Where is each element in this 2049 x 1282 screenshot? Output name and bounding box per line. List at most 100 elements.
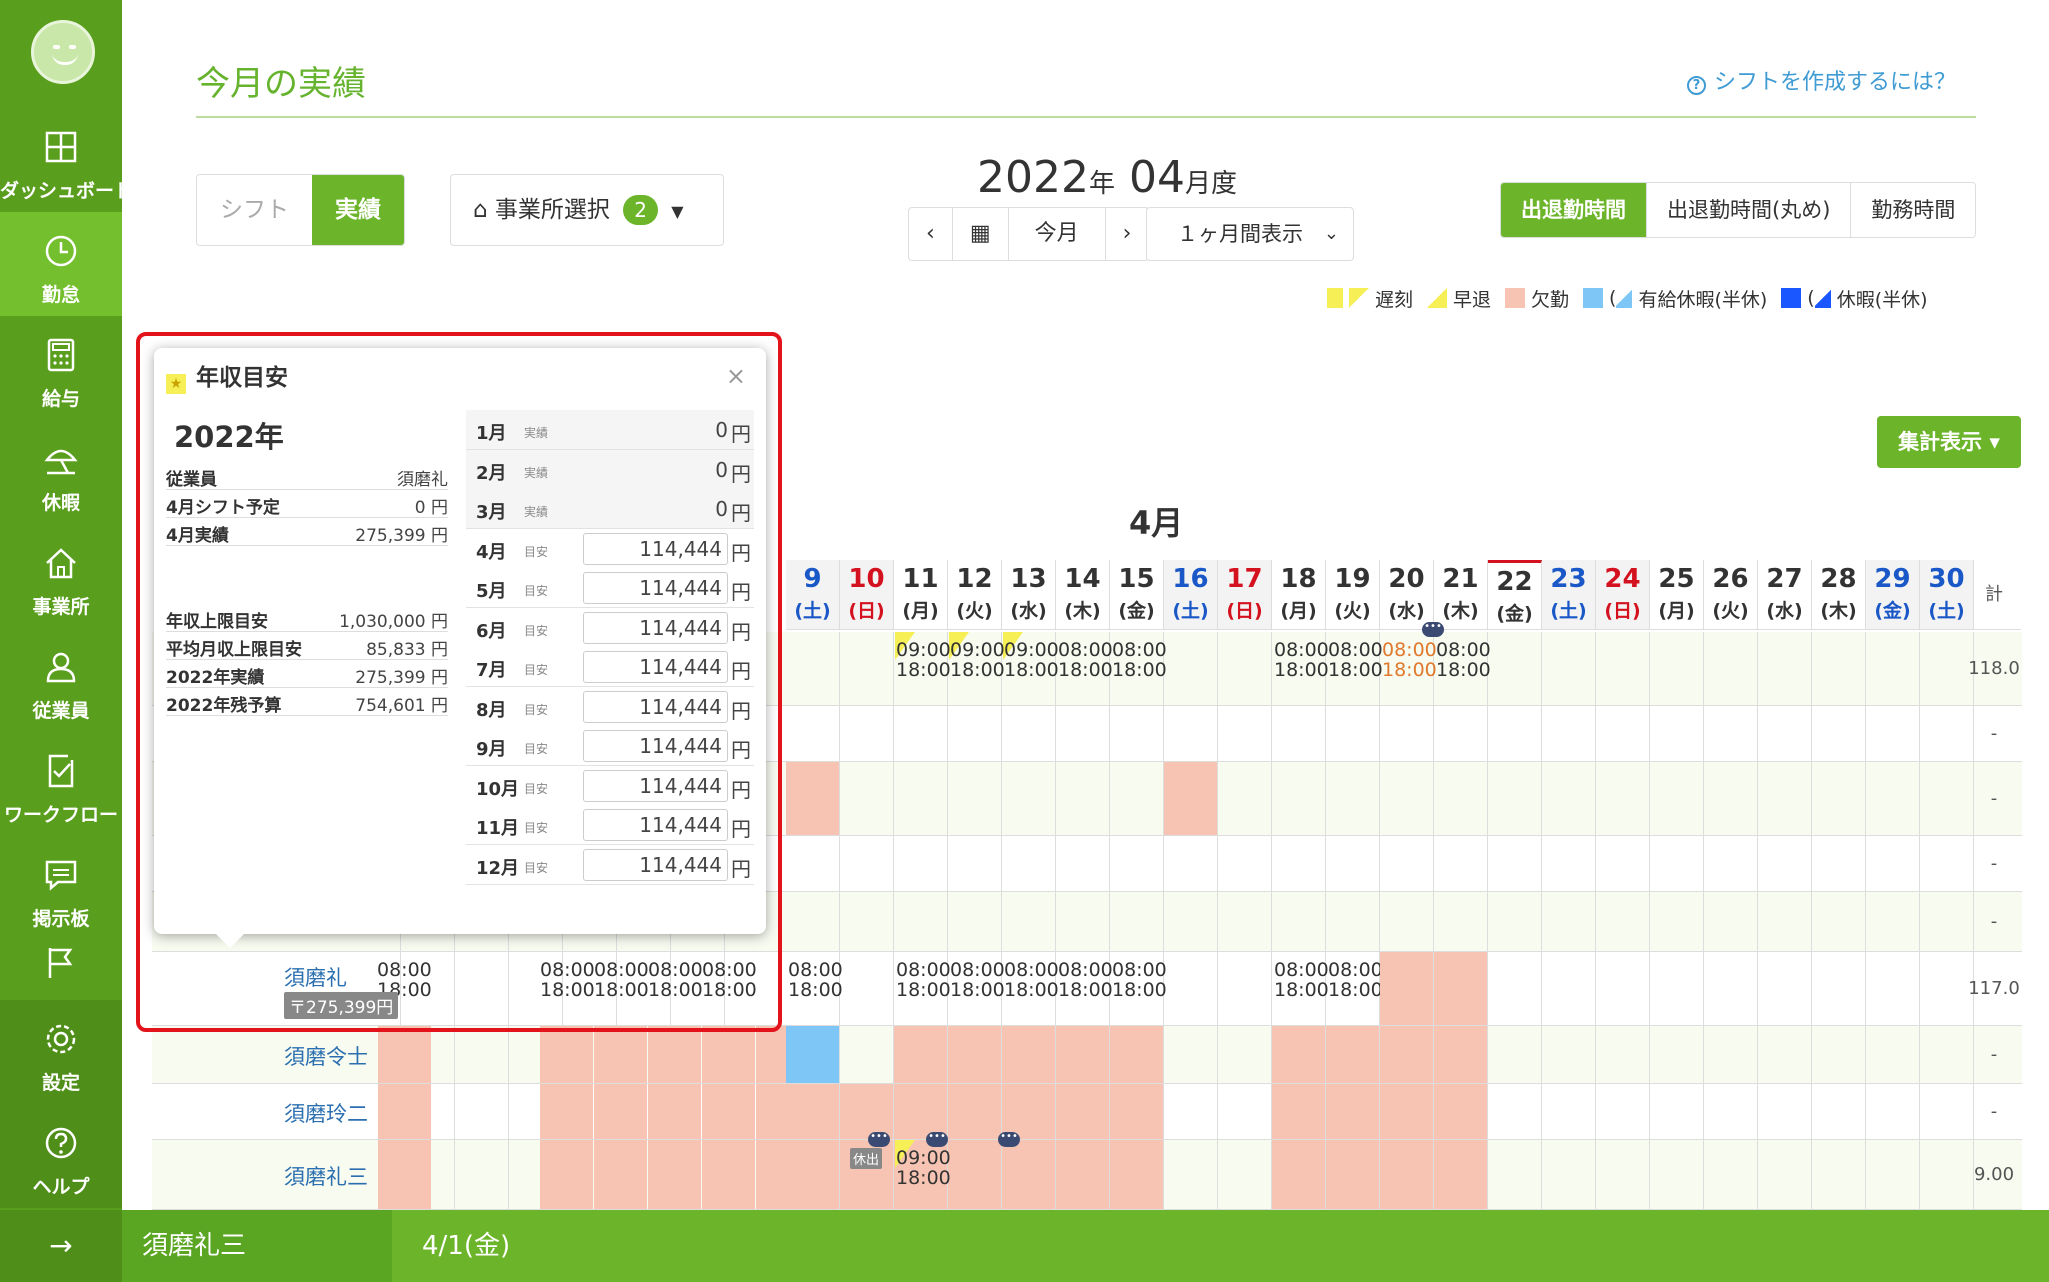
- sidebar-item-leave[interactable]: 休暇: [0, 420, 122, 524]
- day-cell[interactable]: [1542, 1140, 1596, 1210]
- day-cell[interactable]: [1488, 892, 1542, 952]
- day-cell[interactable]: [1542, 632, 1596, 706]
- absence-block[interactable]: [1434, 1140, 1487, 1209]
- day-cell[interactable]: [786, 836, 840, 892]
- day-cell[interactable]: [1164, 632, 1218, 706]
- day-cell[interactable]: [948, 706, 1002, 762]
- day-cell[interactable]: [1920, 892, 1974, 952]
- day-cell[interactable]: [1164, 836, 1218, 892]
- monthly-estimate-input[interactable]: 114,444: [583, 690, 728, 723]
- day-cell[interactable]: [948, 762, 1002, 836]
- tab-shift[interactable]: シフト: [197, 175, 312, 245]
- office-select-button[interactable]: ⌂ 事業所選択 2 ▼: [450, 174, 724, 246]
- day-cell[interactable]: [1542, 836, 1596, 892]
- absence-block[interactable]: [702, 1084, 755, 1139]
- day-cell[interactable]: [1596, 762, 1650, 836]
- day-cell[interactable]: [1650, 952, 1704, 1026]
- attendance-time[interactable]: 09:00 18:00: [1004, 640, 1059, 680]
- day-cell[interactable]: [840, 762, 894, 836]
- day-cell[interactable]: [1704, 1140, 1758, 1210]
- absence-block[interactable]: [1056, 1026, 1109, 1083]
- absence-block[interactable]: [540, 1084, 593, 1139]
- attendance-time[interactable]: 08:00 18:00: [950, 960, 1005, 1000]
- comment-icon[interactable]: •••: [998, 1132, 1020, 1147]
- sidebar-item-office[interactable]: 事業所: [0, 524, 122, 628]
- absence-block[interactable]: [1110, 1026, 1163, 1083]
- day-cell[interactable]: [1866, 762, 1920, 836]
- monthly-estimate-input[interactable]: 114,444: [583, 730, 728, 762]
- day-cell[interactable]: [455, 1140, 509, 1210]
- day-cell[interactable]: [894, 892, 948, 952]
- tab-actual[interactable]: 実績: [312, 175, 404, 245]
- day-cell[interactable]: [1380, 706, 1434, 762]
- this-month-button[interactable]: 今月: [1009, 208, 1106, 260]
- absence-block[interactable]: [1110, 1140, 1163, 1209]
- day-cell[interactable]: [1758, 892, 1812, 952]
- day-cell[interactable]: [1596, 706, 1650, 762]
- attendance-time[interactable]: 08:00 18:00: [1004, 960, 1059, 1000]
- day-cell[interactable]: [1920, 1026, 1974, 1084]
- day-cell[interactable]: [1218, 1140, 1272, 1210]
- tab-work-hours[interactable]: 勤務時間: [1851, 183, 1976, 237]
- day-cell[interactable]: [840, 952, 894, 1026]
- day-cell[interactable]: [1650, 1026, 1704, 1084]
- day-cell[interactable]: [1542, 1026, 1596, 1084]
- employee-name-link[interactable]: 須磨令士: [284, 1041, 368, 1071]
- attendance-time[interactable]: 09:00 18:00: [950, 640, 1005, 680]
- day-cell[interactable]: [1866, 632, 1920, 706]
- day-cell[interactable]: [1056, 836, 1110, 892]
- next-button[interactable]: ›: [1106, 208, 1149, 260]
- day-cell[interactable]: [1920, 952, 1974, 1026]
- attendance-time[interactable]: 08:00 18:00: [1058, 640, 1113, 680]
- day-cell[interactable]: [840, 836, 894, 892]
- day-cell[interactable]: [1110, 892, 1164, 952]
- day-cell[interactable]: [948, 836, 1002, 892]
- day-cell[interactable]: [1650, 892, 1704, 952]
- absence-block[interactable]: [1056, 1084, 1109, 1139]
- sidebar-item-workflow[interactable]: ワークフロー: [0, 732, 122, 836]
- day-cell[interactable]: [1488, 632, 1542, 706]
- day-cell[interactable]: [1488, 952, 1542, 1026]
- tab-clock-times-rounded[interactable]: 出退勤時間(丸め): [1647, 183, 1852, 237]
- day-cell[interactable]: [1542, 762, 1596, 836]
- day-cell[interactable]: [1650, 1140, 1704, 1210]
- day-cell[interactable]: [1920, 706, 1974, 762]
- absence-block[interactable]: [948, 1026, 1001, 1083]
- day-cell[interactable]: [1218, 892, 1272, 952]
- day-cell[interactable]: [1920, 762, 1974, 836]
- day-cell[interactable]: [1650, 706, 1704, 762]
- absence-block[interactable]: [594, 1140, 647, 1209]
- attendance-time[interactable]: 08:00 18:00: [1112, 960, 1167, 1000]
- day-cell[interactable]: [1380, 836, 1434, 892]
- day-cell[interactable]: [1110, 762, 1164, 836]
- day-cell[interactable]: [1488, 762, 1542, 836]
- day-cell[interactable]: [1542, 952, 1596, 1026]
- day-cell[interactable]: [1164, 952, 1218, 1026]
- day-cell[interactable]: [1812, 762, 1866, 836]
- day-cell[interactable]: [1434, 762, 1488, 836]
- day-cell[interactable]: [1812, 892, 1866, 952]
- employee-name-link[interactable]: 須磨玲二: [284, 1098, 368, 1128]
- prev-button[interactable]: ‹: [909, 208, 953, 260]
- day-cell[interactable]: [1596, 952, 1650, 1026]
- absence-block[interactable]: [1110, 1084, 1163, 1139]
- attendance-time[interactable]: 08:00 18:00: [1382, 640, 1437, 680]
- day-cell[interactable]: [1272, 706, 1326, 762]
- tab-clock-times[interactable]: 出退勤時間: [1501, 183, 1647, 237]
- absence-block[interactable]: [1272, 1084, 1325, 1139]
- day-cell[interactable]: [1380, 762, 1434, 836]
- monthly-estimate-input[interactable]: 114,444: [583, 651, 728, 683]
- absence-block[interactable]: [1272, 1140, 1325, 1209]
- day-cell[interactable]: [1704, 952, 1758, 1026]
- day-cell[interactable]: [1218, 1084, 1272, 1140]
- summary-button[interactable]: 集計表示 ▾: [1877, 416, 2021, 468]
- employee-name-link[interactable]: 須磨礼三: [284, 1161, 368, 1191]
- day-cell[interactable]: [1542, 706, 1596, 762]
- day-cell[interactable]: [1326, 706, 1380, 762]
- day-cell[interactable]: [1866, 952, 1920, 1026]
- absence-block[interactable]: [378, 1140, 431, 1209]
- absence-block[interactable]: [648, 1026, 701, 1083]
- monthly-estimate-input[interactable]: 114,444: [583, 611, 728, 644]
- day-cell[interactable]: [1218, 952, 1272, 1026]
- day-cell[interactable]: [1218, 1026, 1272, 1084]
